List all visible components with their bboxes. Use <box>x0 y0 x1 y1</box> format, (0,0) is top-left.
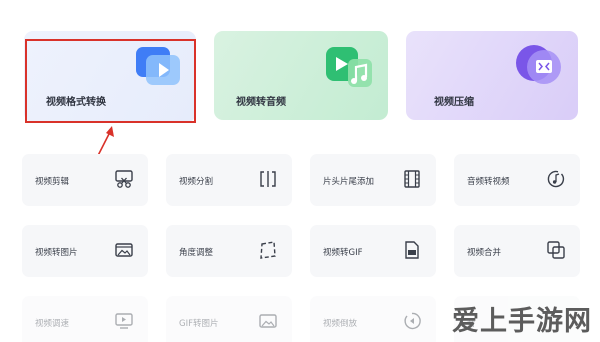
tool-label: 视频转图片 <box>35 248 78 258</box>
image-icon <box>115 243 133 257</box>
card-title: 视频压缩 <box>434 97 474 108</box>
card-title: 视频转音频 <box>236 97 286 108</box>
video-compress-icon <box>516 45 561 84</box>
split-icon <box>260 171 276 187</box>
video-music-icon <box>326 47 372 87</box>
monitor-speed-icon <box>115 313 133 329</box>
highlight-box <box>25 39 196 123</box>
tool-label: 视频调速 <box>35 319 70 329</box>
tool-label: 片头片尾添加 <box>323 177 375 187</box>
film-icon <box>404 170 420 188</box>
merge-icon <box>547 241 565 259</box>
rotate-icon <box>260 241 276 259</box>
tool-video-speed[interactable]: 视频调速 <box>22 296 148 342</box>
watermark: 爱上手游网 <box>452 306 592 337</box>
tool-label: 视频合并 <box>467 248 502 258</box>
tool-gif-to-image[interactable]: GIF转图片 <box>166 296 292 342</box>
card-video-compress[interactable]: 视频压缩 <box>406 31 578 120</box>
tool-label: 视频分割 <box>179 177 214 187</box>
tool-intro-outro[interactable]: 片头片尾添加 <box>310 154 436 206</box>
tool-label: 视频剪辑 <box>35 177 70 187</box>
gif-file-icon <box>405 241 419 259</box>
tool-label: 音频转视频 <box>467 177 510 187</box>
music-note-icon <box>547 170 565 188</box>
tool-label: 角度调整 <box>179 248 214 258</box>
tool-audio-to-video[interactable]: 音频转视频 <box>454 154 580 206</box>
tool-label: GIF转图片 <box>179 319 219 329</box>
tool-video-split[interactable]: 视频分割 <box>166 154 292 206</box>
tool-video-merge[interactable]: 视频合并 <box>454 225 580 277</box>
tool-video-edit[interactable]: 视频剪辑 <box>22 154 148 206</box>
tool-angle-adjust[interactable]: 角度调整 <box>166 225 292 277</box>
gif-image-icon <box>259 314 277 328</box>
tool-label: 视频倒放 <box>323 319 358 329</box>
tool-label: 视频转GIF <box>323 248 363 258</box>
tool-video-to-gif[interactable]: 视频转GIF <box>310 225 436 277</box>
tool-video-to-image[interactable]: 视频转图片 <box>22 225 148 277</box>
scissors-icon <box>115 170 133 188</box>
card-video-to-audio[interactable]: 视频转音频 <box>214 31 388 120</box>
reverse-icon <box>404 312 421 330</box>
tool-video-reverse[interactable]: 视频倒放 <box>310 296 436 342</box>
